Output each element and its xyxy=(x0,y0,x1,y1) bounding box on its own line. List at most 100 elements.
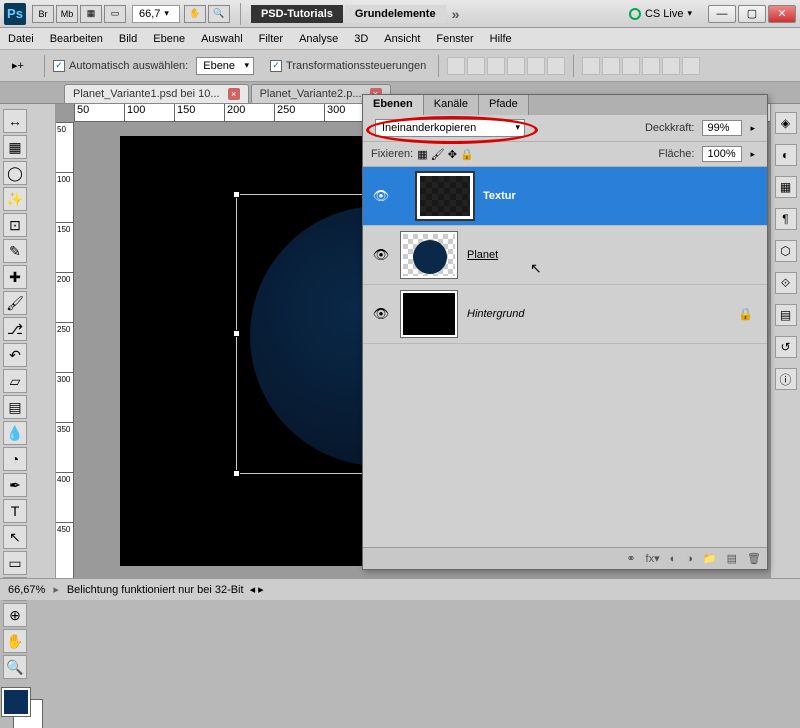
pen-tool[interactable]: ✒ xyxy=(3,473,27,497)
visibility-icon[interactable]: 👁 xyxy=(369,188,393,204)
brush-tool[interactable]: 🖌 xyxy=(3,291,27,315)
align-icons[interactable] xyxy=(447,57,565,75)
3d-cam-tool[interactable]: ⊕ xyxy=(3,603,27,627)
lock-all-icon[interactable]: 🔒 xyxy=(460,148,474,161)
crop-tool[interactable]: ⊡ xyxy=(3,213,27,237)
info-icon[interactable]: ⓘ xyxy=(775,368,797,390)
menu-3d[interactable]: 3D xyxy=(354,33,368,45)
new-layer-icon[interactable]: ▤ xyxy=(727,552,737,565)
auto-select-dropdown[interactable]: Ebene xyxy=(196,57,254,75)
adjustments-icon[interactable]: ◐ xyxy=(775,144,797,166)
auto-select-checkbox[interactable]: ✓ xyxy=(53,60,65,72)
move-tool[interactable]: ↔ xyxy=(3,109,27,133)
blend-mode-dropdown[interactable]: Ineinanderkopieren xyxy=(375,119,525,137)
layer-planet[interactable]: 👁 Planet xyxy=(363,226,767,285)
menu-hilfe[interactable]: Hilfe xyxy=(490,33,512,45)
delete-icon[interactable]: 🗑 xyxy=(747,552,761,565)
hand-tool[interactable]: ✋ xyxy=(3,629,27,653)
type-icon[interactable]: ¶ xyxy=(775,208,797,230)
panel-footer: ⚭ fx▾ ◐ ◑ 📁 ▤ 🗑 xyxy=(363,547,767,569)
stamp-tool[interactable]: ⎇ xyxy=(3,317,27,341)
close-icon[interactable]: × xyxy=(228,88,240,100)
status-zoom[interactable]: 66,67% xyxy=(8,584,45,596)
workspace-2[interactable]: Grundelemente xyxy=(345,5,446,23)
transform-checkbox[interactable]: ✓ xyxy=(270,60,282,72)
layers-icon[interactable]: ▦ xyxy=(775,176,797,198)
fx-icon[interactable]: fx▾ xyxy=(646,552,660,565)
document-canvas[interactable] xyxy=(120,136,380,566)
layer-name[interactable]: Planet xyxy=(467,249,498,261)
options-bar: ▸+ ✓ Automatisch auswählen: Ebene ✓ Tran… xyxy=(0,50,800,82)
minibridge-button[interactable]: Mb xyxy=(56,5,78,23)
menu-datei[interactable]: Datei xyxy=(8,33,34,45)
menu-analyse[interactable]: Analyse xyxy=(299,33,338,45)
tab-pfade[interactable]: Pfade xyxy=(479,95,529,115)
marquee-tool[interactable]: ▦ xyxy=(3,135,27,159)
eraser-tool[interactable]: ▱ xyxy=(3,369,27,393)
lasso-tool[interactable]: ◯ xyxy=(3,161,27,185)
link-icon[interactable]: ⚭ xyxy=(626,552,635,565)
menu-auswahl[interactable]: Auswahl xyxy=(201,33,243,45)
layer-name[interactable]: Hintergrund xyxy=(467,308,524,320)
group-icon[interactable]: 📁 xyxy=(703,552,717,565)
cs-live[interactable]: CS Live ▾ xyxy=(629,8,696,20)
lock-label: Fixieren: xyxy=(371,148,413,160)
bridge-button[interactable]: Br xyxy=(32,5,54,23)
zoom-level[interactable]: 66,7 ▾ xyxy=(132,5,180,23)
menu-bild[interactable]: Bild xyxy=(119,33,137,45)
menu-ebene[interactable]: Ebene xyxy=(153,33,185,45)
visibility-icon[interactable]: 👁 xyxy=(369,247,393,263)
heal-tool[interactable]: ✚ xyxy=(3,265,27,289)
layer-name[interactable]: Textur xyxy=(483,190,516,202)
history-tool[interactable]: ↶ xyxy=(3,343,27,367)
path-tool[interactable]: ↖ xyxy=(3,525,27,549)
workspace-1[interactable]: PSD-Tutorials xyxy=(251,5,343,23)
lock-transparency-icon[interactable]: ▦ xyxy=(417,148,427,161)
brush-icon[interactable]: ⬡ xyxy=(775,240,797,262)
menu-filter[interactable]: Filter xyxy=(259,33,283,45)
right-dock: ◈ ◐ ▦ ¶ ⬡ ⟐ ▤ ↺ ⓘ xyxy=(770,104,800,600)
lock-pixels-icon[interactable]: 🖌 xyxy=(431,148,445,161)
layer-thumbnail[interactable] xyxy=(401,232,457,278)
menu-bearbeiten[interactable]: Bearbeiten xyxy=(50,33,103,45)
layer-thumbnail[interactable] xyxy=(417,173,473,219)
type-tool[interactable]: T xyxy=(3,499,27,523)
opacity-input[interactable]: 99% xyxy=(702,120,742,136)
menu-fenster[interactable]: Fenster xyxy=(436,33,473,45)
gradient-tool[interactable]: ▤ xyxy=(3,395,27,419)
doc-tab-1[interactable]: Planet_Variante1.psd bei 10...× xyxy=(64,84,249,103)
minimize-button[interactable]: — xyxy=(708,5,736,23)
blur-tool[interactable]: 💧 xyxy=(3,421,27,445)
shape-tool[interactable]: ▭ xyxy=(3,551,27,575)
opacity-flyout[interactable]: ▸ xyxy=(750,123,755,134)
layer-hintergrund[interactable]: 👁 Hintergrund 🔒 xyxy=(363,285,767,344)
swatches-icon[interactable]: ▤ xyxy=(775,304,797,326)
lock-position-icon[interactable]: ✥ xyxy=(448,148,457,161)
tab-kanaele[interactable]: Kanäle xyxy=(424,95,479,115)
maximize-button[interactable]: ▢ xyxy=(738,5,766,23)
dodge-tool[interactable]: ◔ xyxy=(3,447,27,471)
tab-ebenen[interactable]: Ebenen xyxy=(363,95,424,115)
menu-ansicht[interactable]: Ansicht xyxy=(384,33,420,45)
hand-button[interactable]: ✋ xyxy=(184,5,206,23)
eyedrop-tool[interactable]: ✎ xyxy=(3,239,27,263)
fill-flyout[interactable]: ▸ xyxy=(750,149,755,160)
more-workspaces[interactable]: » xyxy=(452,6,460,22)
distribute-icons[interactable] xyxy=(582,57,700,75)
layer-textur[interactable]: 👁 Textur xyxy=(363,167,767,226)
history-icon[interactable]: ↺ xyxy=(775,336,797,358)
wand-tool[interactable]: ✨ xyxy=(3,187,27,211)
screen-button[interactable]: ▭ xyxy=(104,5,126,23)
arrange-button[interactable]: ▦ xyxy=(80,5,102,23)
fill-input[interactable]: 100% xyxy=(702,146,742,162)
close-button[interactable]: ✕ xyxy=(768,5,796,23)
layer-thumbnail[interactable] xyxy=(401,291,457,337)
zoom-tool[interactable]: 🔍 xyxy=(3,655,27,679)
zoom-button[interactable]: 🔍 xyxy=(208,5,230,23)
color-swatches[interactable] xyxy=(2,688,50,728)
visibility-icon[interactable]: 👁 xyxy=(369,306,393,322)
path-icon[interactable]: ⟐ xyxy=(775,272,797,294)
color-panel-icon[interactable]: ◈ xyxy=(775,112,797,134)
adjustment-icon[interactable]: ◑ xyxy=(686,553,693,565)
mask-icon[interactable]: ◐ xyxy=(670,553,677,565)
